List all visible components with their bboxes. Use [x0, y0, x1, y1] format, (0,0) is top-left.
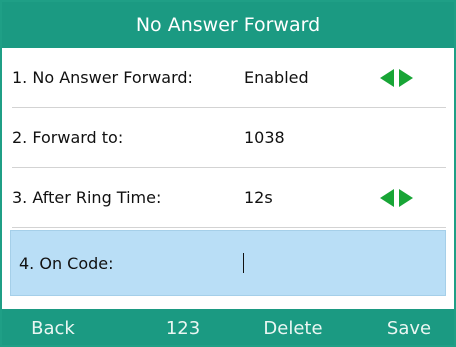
setting-value[interactable]: 1038 [244, 108, 285, 168]
softkey-bar: Back 123 Delete Save [2, 309, 454, 345]
back-softkey[interactable]: Back [22, 309, 84, 345]
setting-value: 12s [244, 188, 273, 207]
save-softkey[interactable]: Save [380, 309, 438, 345]
setting-value: Enabled [244, 68, 309, 87]
setting-row-no-answer-forward[interactable]: 1. No Answer Forward: Enabled [12, 48, 446, 108]
title-bar: No Answer Forward [2, 2, 454, 48]
value-selector[interactable] [380, 48, 413, 108]
left-arrow-icon[interactable] [380, 69, 394, 87]
setting-label: 2. Forward to: [12, 128, 124, 147]
text-cursor [243, 253, 244, 273]
input-mode-softkey[interactable]: 123 [156, 309, 210, 345]
delete-softkey[interactable]: Delete [256, 309, 330, 345]
right-arrow-icon[interactable] [399, 189, 413, 207]
setting-label: 1. No Answer Forward: [12, 68, 193, 87]
phone-screen: No Answer Forward 1. No Answer Forward: … [0, 0, 456, 347]
value-selector[interactable] [380, 168, 413, 228]
right-arrow-icon[interactable] [399, 69, 413, 87]
setting-row-forward-to[interactable]: 2. Forward to: 1038 [12, 108, 446, 168]
setting-row-after-ring-time[interactable]: 3. After Ring Time: 12s [12, 168, 446, 228]
setting-row-on-code[interactable]: 4. On Code: [10, 230, 446, 296]
page-title: No Answer Forward [135, 14, 321, 36]
setting-label: 3. After Ring Time: [12, 188, 162, 207]
setting-label: 4. On Code: [19, 254, 114, 273]
left-arrow-icon[interactable] [380, 189, 394, 207]
